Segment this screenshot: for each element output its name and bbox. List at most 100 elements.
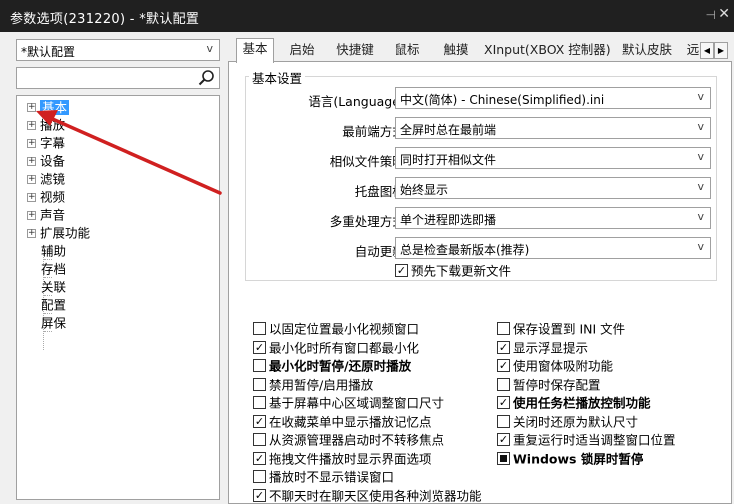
topmost-label: 最前端方式: <box>342 124 409 139</box>
left-option-9[interactable]: ✓ 不聊天时在聊天区使用各种浏览器功能 <box>253 487 482 504</box>
left-option-label: 最小化时暂停/还原时播放 <box>269 358 412 374</box>
language-select[interactable]: 中文(简体) - Chinese(Simplified).ini v <box>395 87 711 109</box>
left-option-7[interactable]: ✓ 拖拽文件播放时显示界面选项 <box>253 450 432 468</box>
checkbox-checked-icon[interactable]: ✓ <box>253 488 266 502</box>
checkbox-checked-icon[interactable]: ✓ <box>253 414 266 428</box>
tab-touch[interactable]: 触摸 <box>436 40 476 62</box>
tray-icon-label: 托盘图标: <box>354 184 409 199</box>
left-option-6[interactable]: 从资源管理器启动时不转移焦点 <box>253 431 444 449</box>
chevron-down-icon: v <box>697 150 704 163</box>
left-option-5[interactable]: ✓ 在收藏菜单中显示播放记忆点 <box>253 413 432 431</box>
right-option-label: 暂停时保存配置 <box>513 377 601 392</box>
similar-files-select[interactable]: 同时打开相似文件 v <box>395 147 711 169</box>
close-icon[interactable]: ✕ <box>718 6 730 22</box>
left-option-label: 最小化时所有窗口都最小化 <box>269 340 420 355</box>
checkbox-unchecked-icon[interactable] <box>253 359 266 372</box>
checkbox-checked-icon[interactable]: ✓ <box>253 451 266 465</box>
tray-icon-select[interactable]: 始终显示 v <box>395 177 711 199</box>
tab-hotkeys[interactable]: 快捷键 <box>328 40 382 62</box>
title-bar: 参数选项(231220) - *默认配置 ⊣ ✕ <box>0 0 734 32</box>
checkbox-checked-icon[interactable]: ✓ <box>395 264 408 277</box>
right-option-0[interactable]: 保存设置到 INI 文件 <box>497 320 625 338</box>
topmost-select-value: 全屏时总在最前端 <box>400 123 497 137</box>
window-title: 参数选项(231220) - *默认配置 <box>10 12 200 27</box>
right-option-7[interactable]: Windows 锁屏时暂停 <box>497 450 643 468</box>
dialog-body: *默认配置 v + 基本 + 播放 + 字幕 + 设备 + 滤镜 + 视频 + … <box>0 32 734 504</box>
tray-icon-select-value: 始终显示 <box>400 183 449 197</box>
right-option-3[interactable]: 暂停时保存配置 <box>497 376 601 394</box>
checkbox-unchecked-icon[interactable] <box>253 470 266 483</box>
group-title: 基本设置 <box>249 68 306 87</box>
left-option-label: 从资源管理器启动时不转移焦点 <box>269 432 445 448</box>
right-option-4[interactable]: ✓ 使用任务栏播放控制功能 <box>497 394 651 412</box>
topmost-select[interactable]: 全屏时总在最前端 v <box>395 117 711 139</box>
left-option-label: 播放时不显示错误窗口 <box>269 469 395 485</box>
right-option-label: 保存设置到 INI 文件 <box>513 321 626 337</box>
chevron-down-icon: v <box>697 210 704 223</box>
right-option-label: 使用窗体吸附功能 <box>513 358 614 374</box>
tab-mouse[interactable]: 鼠标 <box>388 40 426 62</box>
left-option-4[interactable]: 基于屏幕中心区域调整窗口尺寸 <box>253 394 444 412</box>
left-option-label: 在收藏菜单中显示播放记忆点 <box>269 414 432 429</box>
left-option-3[interactable]: 禁用暂停/启用播放 <box>253 376 373 394</box>
multi-process-select[interactable]: 单个进程即选即播 v <box>395 207 711 229</box>
language-select-value: 中文(简体) - Chinese(Simplified).ini <box>400 93 605 107</box>
checkbox-indeterminate-icon[interactable] <box>497 451 510 465</box>
right-option-label: 显示浮显提示 <box>513 340 589 355</box>
tab-default-skin[interactable]: 默认皮肤 <box>616 40 678 62</box>
tab-xinput[interactable]: XInput(XBOX 控制器) <box>484 40 611 62</box>
checkbox-unchecked-icon[interactable] <box>253 322 266 335</box>
right-option-1[interactable]: ✓ 显示浮显提示 <box>497 339 588 357</box>
multi-process-select-value: 单个进程即选即播 <box>400 213 497 227</box>
auto-update-select-value: 总是检查最新版本(推荐) <box>400 243 530 257</box>
similar-files-select-value: 同时打开相似文件 <box>400 153 497 167</box>
checkbox-unchecked-icon[interactable] <box>497 322 510 335</box>
auto-update-select[interactable]: 总是检查最新版本(推荐) v <box>395 237 711 259</box>
right-option-5[interactable]: 关闭时还原为默认尺寸 <box>497 413 638 431</box>
checkbox-unchecked-icon[interactable] <box>497 414 510 428</box>
tree-item-config[interactable]: 配置 <box>41 296 66 314</box>
checkbox-unchecked-icon[interactable] <box>253 377 266 391</box>
tab-scroll-right-icon[interactable]: ▶ <box>714 42 728 59</box>
left-option-label: 基于屏幕中心区域调整窗口尺寸 <box>269 395 445 411</box>
annotation-arrow <box>36 110 222 195</box>
language-label: 语言(Language): <box>308 94 409 109</box>
multi-process-label: 多重处理方式: <box>329 214 409 229</box>
left-option-label: 拖拽文件播放时显示界面选项 <box>269 451 432 466</box>
checkbox-checked-icon[interactable]: ✓ <box>497 340 510 354</box>
left-option-1[interactable]: ✓ 最小化时所有窗口都最小化 <box>253 339 419 357</box>
predownload-checkbox[interactable]: ✓ 预先下载更新文件 <box>395 262 511 280</box>
tab-panel-basic: 基本设置 语言(Language): 中文(简体) - Chinese(Simp… <box>228 61 732 504</box>
tree-item-screensaver[interactable]: 屏保 <box>41 314 66 332</box>
right-option-label: 关闭时还原为默认尺寸 <box>513 414 639 429</box>
similar-files-label: 相似文件策略: <box>329 154 409 169</box>
tree-item-association[interactable]: 关联 <box>41 278 66 296</box>
checkbox-checked-icon[interactable]: ✓ <box>497 433 510 446</box>
tab-startup[interactable]: 启始 <box>280 40 324 62</box>
right-option-6[interactable]: ✓ 重复运行时适当调整窗口位置 <box>497 431 676 449</box>
right-option-label: Windows 锁屏时暂停 <box>513 451 644 466</box>
right-option-2[interactable]: ✓ 使用窗体吸附功能 <box>497 357 613 375</box>
left-option-0[interactable]: 以固定位置最小化视频窗口 <box>253 320 419 338</box>
checkbox-unchecked-icon[interactable] <box>497 377 510 391</box>
tab-remote[interactable]: 远 <box>686 40 700 62</box>
chevron-down-icon: v <box>697 240 704 253</box>
checkbox-unchecked-icon[interactable] <box>253 396 266 409</box>
tree-item-archive[interactable]: 存档 <box>41 260 66 278</box>
right-option-label: 重复运行时适当调整窗口位置 <box>513 432 676 448</box>
left-option-label: 禁用暂停/启用播放 <box>269 377 374 392</box>
chevron-down-icon: v <box>697 180 704 193</box>
checkbox-checked-icon[interactable]: ✓ <box>497 396 510 409</box>
tab-basic[interactable]: 基本 <box>236 38 274 63</box>
tree-item-assist[interactable]: 辅助 <box>41 242 66 260</box>
checkbox-checked-icon[interactable]: ✓ <box>253 340 266 354</box>
left-option-8[interactable]: 播放时不显示错误窗口 <box>253 468 394 486</box>
checkbox-checked-icon[interactable]: ✓ <box>497 359 510 372</box>
pin-icon[interactable]: ⊣ <box>706 8 716 22</box>
left-option-2[interactable]: 最小化时暂停/还原时播放 <box>253 357 411 375</box>
left-option-label: 不聊天时在聊天区使用各种浏览器功能 <box>269 488 482 503</box>
left-option-label: 以固定位置最小化视频窗口 <box>269 321 420 337</box>
checkbox-unchecked-icon[interactable] <box>253 433 266 446</box>
chevron-down-icon: v <box>697 120 704 133</box>
tab-scroll-left-icon[interactable]: ◀ <box>700 42 714 59</box>
